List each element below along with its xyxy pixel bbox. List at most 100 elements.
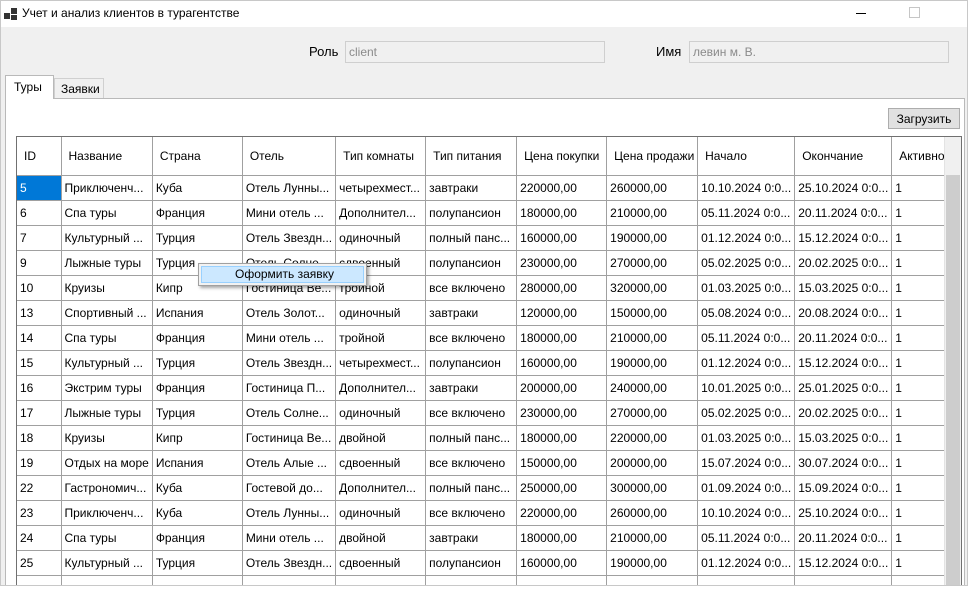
table-cell[interactable] (17, 575, 62, 585)
table-cell[interactable]: Приключенч... (61, 175, 153, 201)
table-cell[interactable]: полупансион (425, 200, 518, 226)
column-header[interactable]: Цена продажи (606, 137, 699, 176)
table-cell[interactable]: Испания (152, 450, 243, 476)
role-field[interactable] (345, 41, 605, 63)
table-cell[interactable]: 320000,00 (606, 275, 699, 301)
table-cell[interactable]: сдвоенный (335, 450, 427, 476)
table-cell[interactable]: 01.03.2025 0:0... (697, 425, 796, 451)
table-cell[interactable]: 160000,00 (516, 225, 608, 251)
table-cell[interactable]: Гостевой до... (242, 475, 337, 501)
table-cell[interactable]: 05.11.2024 0:0... (697, 325, 796, 351)
table-cell[interactable]: Франция (152, 200, 243, 226)
table-cell[interactable]: полный панс... (425, 475, 518, 501)
table-cell[interactable]: 15.03.2025 0:0... (794, 275, 893, 301)
table-cell[interactable]: Отель Лунны... (242, 175, 337, 201)
table-cell[interactable]: Гастрономич... (61, 475, 153, 501)
table-cell[interactable] (606, 575, 699, 585)
table-cell[interactable]: Отель Алые ... (242, 450, 337, 476)
column-header[interactable]: Начало (697, 137, 796, 176)
table-row[interactable] (17, 575, 958, 585)
table-cell[interactable] (516, 575, 608, 585)
table-cell[interactable]: Спа туры (61, 200, 153, 226)
table-cell[interactable]: Культурный ... (61, 350, 153, 376)
table-cell[interactable] (794, 575, 893, 585)
table-cell[interactable]: Турция (152, 550, 243, 576)
table-cell[interactable]: Франция (152, 375, 243, 401)
table-cell[interactable]: Отель Лунны... (242, 500, 337, 526)
minimize-icon[interactable] (837, 1, 883, 27)
table-cell[interactable]: Приключенч... (61, 500, 153, 526)
table-cell[interactable]: 15.03.2025 0:0... (794, 425, 893, 451)
table-row[interactable]: 9Лыжные турыТурцияОтель Солне...сдвоенны… (17, 250, 958, 276)
table-cell[interactable]: тройной (335, 325, 427, 351)
table-cell[interactable]: 15.12.2024 0:0... (794, 225, 893, 251)
column-header[interactable]: Цена покупки (516, 137, 608, 176)
tab-tours[interactable]: Туры (5, 75, 54, 99)
table-cell[interactable]: 14 (17, 325, 62, 351)
table-cell[interactable]: 210000,00 (606, 525, 699, 551)
table-cell[interactable]: 20.08.2024 0:0... (794, 300, 893, 326)
table-cell[interactable]: 230000,00 (516, 250, 608, 276)
table-cell[interactable]: 15 (17, 350, 62, 376)
table-cell[interactable]: 05.02.2025 0:0... (697, 400, 796, 426)
table-cell[interactable]: Кипр (152, 425, 243, 451)
table-cell[interactable]: 190000,00 (606, 550, 699, 576)
table-cell[interactable]: 25.10.2024 0:0... (794, 175, 893, 201)
column-header[interactable]: Тип питания (425, 137, 518, 176)
table-cell[interactable]: 250000,00 (516, 475, 608, 501)
table-cell[interactable]: двойной (335, 425, 427, 451)
table-row[interactable]: 24 Спа туры Франция Мини отель ... двойной за… (17, 525, 958, 551)
table-row[interactable]: 19 Отдых на море Испания Отель Алые ... сдво… (17, 450, 958, 476)
table-cell[interactable]: 10.10.2024 0:0... (697, 175, 796, 201)
table-cell[interactable]: 24 (17, 525, 62, 551)
table-cell[interactable]: 210000,00 (606, 325, 699, 351)
table-cell[interactable]: Дополнител... (335, 375, 427, 401)
table-cell[interactable]: одиночный (335, 400, 427, 426)
table-cell[interactable]: 270000,00 (606, 250, 699, 276)
table-cell[interactable] (61, 575, 153, 585)
table-cell[interactable]: одиночный (335, 500, 427, 526)
table-cell[interactable] (242, 575, 337, 585)
table-cell[interactable]: сдвоенный (335, 550, 427, 576)
table-cell[interactable]: 220000,00 (516, 500, 608, 526)
table-cell[interactable]: 9 (17, 250, 62, 276)
table-cell[interactable]: четырехмест... (335, 350, 427, 376)
table-cell[interactable]: Гостиница Ве... (242, 425, 337, 451)
table-cell[interactable]: 05.11.2024 0:0... (697, 200, 796, 226)
table-cell[interactable]: Лыжные туры (61, 400, 153, 426)
table-row[interactable]: 25 Культурный ... Турция Отель Звездн... сдв… (17, 550, 958, 576)
table-cell[interactable]: одиночный (335, 300, 427, 326)
table-cell[interactable]: 5 (17, 175, 62, 201)
table-cell[interactable]: 190000,00 (606, 350, 699, 376)
table-cell[interactable]: двойной (335, 525, 427, 551)
table-cell[interactable]: полный панс... (425, 225, 518, 251)
table-cell[interactable]: 180000,00 (516, 200, 608, 226)
table-cell[interactable]: полупансион (425, 350, 518, 376)
table-cell[interactable]: 19 (17, 450, 62, 476)
table-cell[interactable]: 20.02.2025 0:0... (794, 400, 893, 426)
table-row[interactable]: 13 Спортивный ... Испания Отель Золот... оди… (17, 300, 958, 326)
table-cell[interactable]: 01.09.2024 0:0... (697, 475, 796, 501)
table-cell[interactable]: Спортивный ... (61, 300, 153, 326)
table-cell[interactable]: 240000,00 (606, 375, 699, 401)
table-cell[interactable]: Куба (152, 500, 243, 526)
table-cell[interactable] (697, 575, 796, 585)
table-cell[interactable]: 22 (17, 475, 62, 501)
table-cell[interactable]: Испания (152, 300, 243, 326)
table-cell[interactable]: 180000,00 (516, 425, 608, 451)
table-cell[interactable]: полный панс... (425, 425, 518, 451)
table-cell[interactable]: все включено (425, 450, 518, 476)
table-cell[interactable]: 01.03.2025 0:0... (697, 275, 796, 301)
table-cell[interactable]: 270000,00 (606, 400, 699, 426)
table-cell[interactable]: Круизы (61, 275, 153, 301)
table-cell[interactable]: Отель Звездн... (242, 225, 337, 251)
table-cell[interactable]: 190000,00 (606, 225, 699, 251)
table-row[interactable]: 14 Спа туры Франция Мини отель ... тройной вс… (17, 325, 958, 351)
table-cell[interactable]: 220000,00 (516, 175, 608, 201)
table-cell[interactable]: завтраки (425, 300, 518, 326)
table-cell[interactable]: 30.07.2024 0:0... (794, 450, 893, 476)
table-cell[interactable]: все включено (425, 275, 518, 301)
table-row[interactable]: 17 Лыжные туры Турция Отель Солне... одиночн… (17, 400, 958, 426)
table-cell[interactable]: Отель Солне... (242, 400, 337, 426)
table-cell[interactable]: 160000,00 (516, 550, 608, 576)
